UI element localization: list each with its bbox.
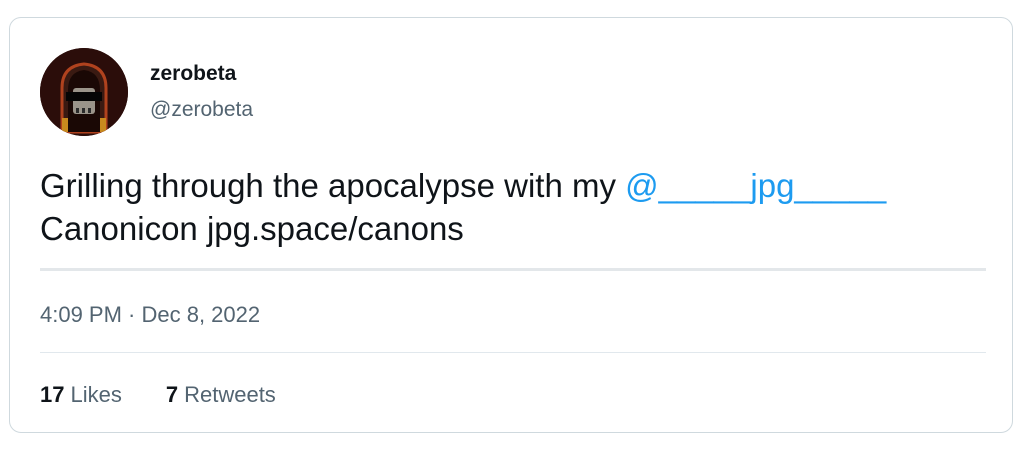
retweets-stat[interactable]: 7 Retweets [166, 380, 276, 410]
user-names: zerobeta @zerobeta [150, 59, 253, 125]
mention-link[interactable]: @_____jpg_____ [625, 167, 886, 204]
divider [40, 268, 986, 271]
likes-count: 17 [40, 382, 65, 407]
tweet-stats: 17 Likes 7 Retweets [40, 380, 276, 410]
tweet-text-end: Canonicon jpg.space/canons [40, 210, 464, 247]
retweets-count: 7 [165, 382, 179, 407]
tweet-timestamp[interactable]: 4:09 PM · Dec 8, 2022 [40, 300, 260, 330]
avatar[interactable] [40, 48, 128, 136]
tweet-text: Grilling through the apocalypse with my … [40, 164, 990, 250]
display-name[interactable]: zerobeta [150, 59, 253, 89]
likes-label: Likes [70, 382, 122, 407]
tweet-text-start: Grilling through the apocalypse with my [40, 167, 626, 204]
tweet-header: zerobeta @zerobeta [40, 48, 253, 136]
tweet-card: zerobeta @zerobeta Grilling through the … [9, 17, 1013, 433]
hooded-skull-icon [40, 48, 128, 136]
likes-stat[interactable]: 17 Likes [40, 380, 122, 410]
retweets-label: Retweets [184, 382, 276, 407]
user-handle[interactable]: @zerobeta [150, 95, 253, 125]
divider [40, 352, 986, 353]
